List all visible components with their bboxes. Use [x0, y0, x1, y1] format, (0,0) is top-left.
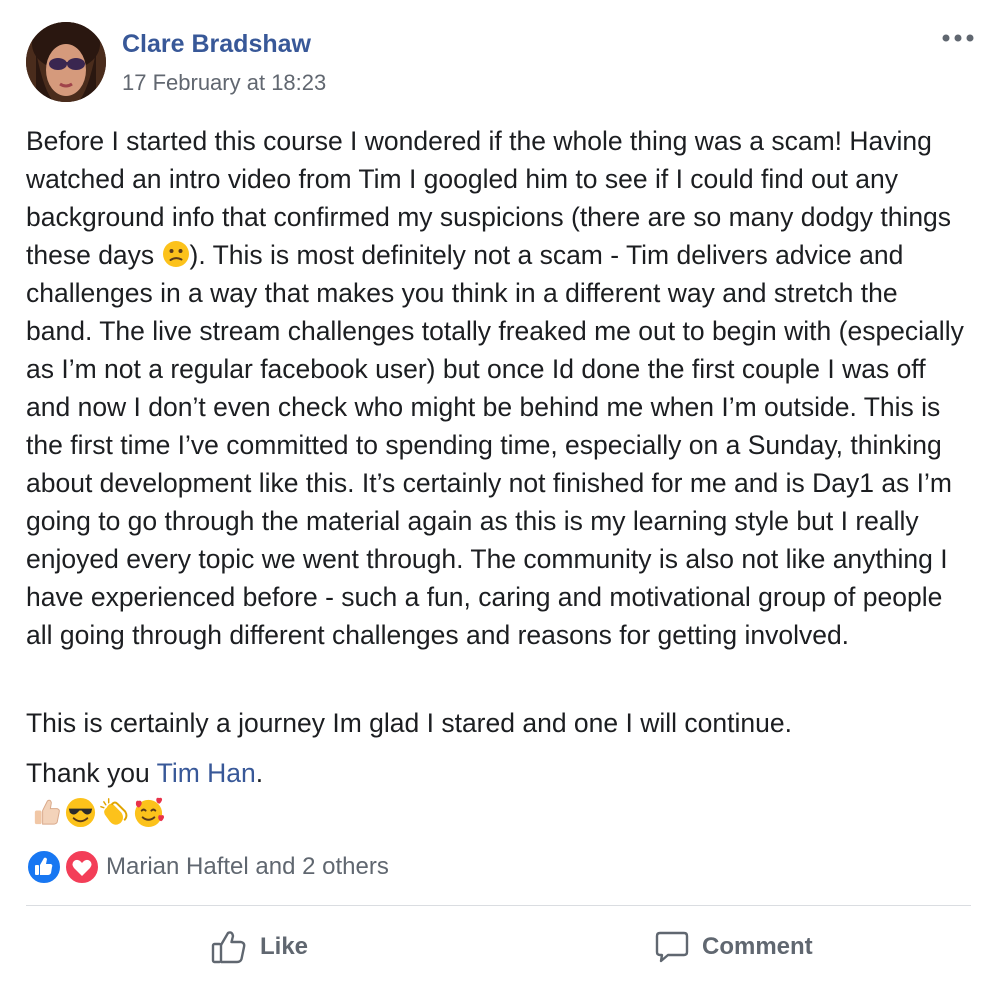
mention-link[interactable]: Tim Han	[157, 758, 256, 788]
like-button[interactable]: Like	[210, 922, 308, 972]
clapping-hands-emoji	[100, 798, 128, 825]
more-options-icon[interactable]	[940, 28, 976, 48]
post-text-part: .	[255, 758, 264, 788]
emoji-row	[30, 796, 165, 830]
reactions-summary[interactable]: Marian Haftel and 2 others	[26, 849, 389, 885]
comment-label: Comment	[702, 933, 813, 960]
author-name[interactable]: Clare Bradshaw	[122, 30, 311, 59]
like-reaction-icon	[26, 849, 62, 885]
comment-button[interactable]: Comment	[654, 922, 813, 972]
confused-face-emoji	[162, 241, 189, 267]
post-paragraph: Thank you Tim Han.	[26, 754, 263, 792]
like-icon	[211, 931, 246, 964]
smiling-face-with-sunglasses-emoji	[65, 797, 96, 828]
post-text-part: ). This is most definitely not a scam - …	[26, 240, 964, 650]
post-paragraph: This is certainly a journey Im glad I st…	[26, 708, 792, 738]
post-timestamp[interactable]: 17 February at 18:23	[122, 70, 326, 96]
post-body: Before I started this course I wondered …	[26, 122, 971, 654]
author-avatar[interactable]	[26, 22, 106, 102]
like-label: Like	[260, 933, 309, 960]
smiling-face-with-hearts-emoji	[134, 797, 165, 828]
reactions-summary-text: Marian Haftel and 2 others	[106, 853, 389, 880]
post-paragraph: Before I started this course I wondered …	[26, 122, 971, 654]
reaction-icons	[26, 849, 102, 885]
thumbs-up-emoji	[34, 799, 60, 825]
actions-divider	[26, 905, 971, 906]
comment-icon	[655, 931, 689, 963]
facebook-post: Clare Bradshaw 17 February at 18:23 Befo…	[0, 0, 992, 988]
love-reaction-icon	[64, 849, 100, 885]
post-text-part: Thank you	[26, 758, 157, 788]
